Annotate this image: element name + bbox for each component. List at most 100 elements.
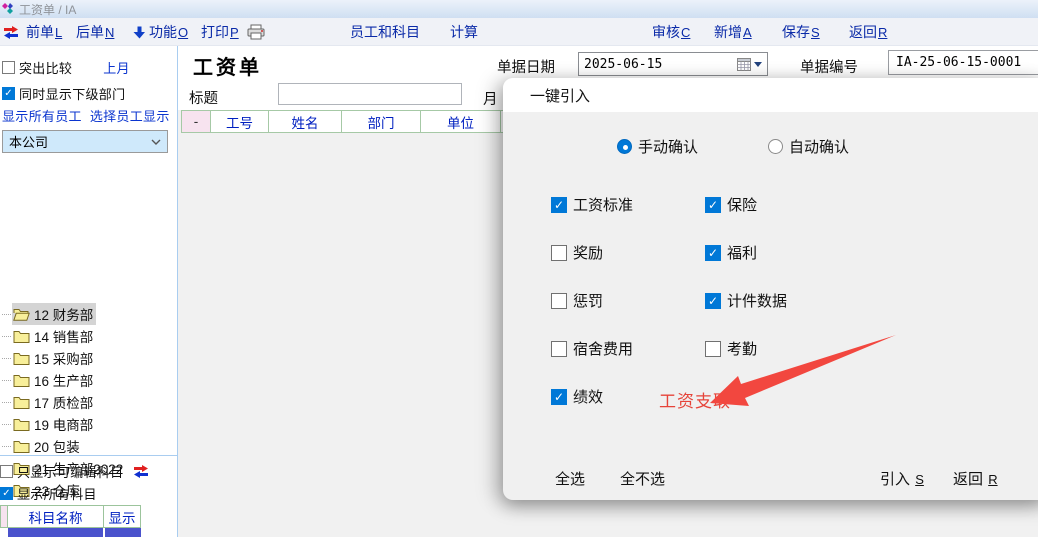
folder-icon [13, 440, 30, 453]
toolbar: 前单L 后单N 功能O 打印P 员工和科目 计算 审核C 新增A 保存S 返回R [0, 18, 1038, 46]
import-button[interactable]: 引入 S [880, 468, 924, 489]
swap-subjects-icon[interactable] [133, 465, 149, 478]
down-arrow-icon[interactable] [133, 23, 146, 41]
next-doc-button[interactable]: 后单N [76, 23, 114, 41]
audit-button[interactable]: 审核C [652, 23, 690, 41]
piecework-checkbox[interactable] [705, 293, 721, 309]
folder-icon [13, 418, 30, 431]
attendance-checkbox[interactable] [705, 341, 721, 357]
only-editable-row: 只显示可编辑科目 [0, 462, 149, 481]
auto-confirm-option[interactable]: 自动确认 [768, 136, 849, 157]
subject-col-marker [0, 505, 8, 528]
folder-icon [13, 330, 30, 343]
table-header-cell[interactable]: 工号 [211, 110, 269, 133]
subject-name-header[interactable]: 科目名称 [8, 505, 104, 528]
doc-date-picker[interactable]: 2025-06-15 [578, 52, 768, 76]
app-icon [2, 3, 14, 15]
manual-confirm-radio[interactable] [617, 139, 632, 154]
highlight-compare-checkbox[interactable] [2, 61, 15, 74]
save-button[interactable]: 保存S [782, 23, 820, 41]
sidebar-divider [0, 455, 177, 456]
doc-no-field[interactable]: IA-25-06-15-0001 [888, 50, 1038, 75]
welfare-checkbox[interactable] [705, 245, 721, 261]
last-month-link[interactable]: 上月 [103, 58, 130, 77]
employees-subjects-button[interactable]: 员工和科目 [350, 23, 420, 41]
one-key-import-dialog: 一键引入 手动确认 自动确认 工资标准 保险 奖励 福利 惩罚 计件数据 宿舍费… [503, 78, 1038, 500]
calculate-button[interactable]: 计算 [450, 23, 478, 41]
performance-checkbox[interactable] [551, 389, 567, 405]
selected-subject-row[interactable] [105, 528, 141, 537]
insurance-checkbox[interactable] [705, 197, 721, 213]
selected-subject-row[interactable] [8, 528, 103, 537]
check-salary-standard[interactable]: 工资标准 [551, 194, 633, 215]
dorm-fee-checkbox[interactable] [551, 341, 567, 357]
dialog-return-button[interactable]: 返回 R [953, 468, 998, 489]
show-sub-depts-checkbox[interactable] [2, 87, 15, 100]
doc-date-label: 单据日期 [497, 56, 555, 77]
select-employees-link[interactable]: 选择员工显示 [90, 106, 170, 125]
auto-confirm-radio[interactable] [768, 139, 783, 154]
return-button[interactable]: 返回R [849, 23, 887, 41]
company-dropdown-value: 本公司 [9, 132, 48, 151]
select-all-button[interactable]: 全选 [555, 468, 585, 489]
subject-table-header: 科目名称 显示 [0, 505, 141, 528]
only-editable-checkbox[interactable] [0, 465, 13, 478]
window-title: 工资单 / IA [19, 1, 76, 18]
check-insurance[interactable]: 保险 [705, 194, 757, 215]
show-all-subjects-checkbox[interactable] [0, 487, 13, 500]
check-performance[interactable]: 绩效 [551, 386, 603, 407]
table-header-cell[interactable]: 单位 [421, 110, 501, 133]
clipped-label: 月 [483, 88, 497, 109]
table-header-cell[interactable]: - [181, 110, 211, 133]
check-piecework[interactable]: 计件数据 [705, 290, 787, 311]
form-title: 工资单 [193, 51, 262, 80]
check-attendance[interactable]: 考勤 [705, 338, 757, 359]
show-all-employees-link[interactable]: 显示所有员工 [2, 106, 82, 125]
salary-withdraw-annotation: 工资支取 [659, 387, 731, 412]
select-none-button[interactable]: 全不选 [620, 468, 665, 489]
manual-confirm-option[interactable]: 手动确认 [617, 136, 698, 157]
tree-item[interactable]: 15 采购部 [2, 348, 96, 368]
table-header-cell[interactable]: 部门 [342, 110, 421, 133]
only-editable-label: 只显示可编辑科目 [17, 462, 123, 481]
folder-icon [13, 374, 30, 387]
company-dropdown[interactable]: 本公司 [2, 130, 168, 153]
check-reward[interactable]: 奖励 [551, 242, 603, 263]
tree-item[interactable]: 12 财务部 [2, 304, 96, 324]
reward-checkbox[interactable] [551, 245, 567, 261]
tree-item[interactable]: 19 电商部 [2, 414, 96, 434]
tree-item[interactable]: 20 包装 [2, 436, 83, 456]
add-new-button[interactable]: 新增A [714, 23, 752, 41]
doc-no-label: 单据编号 [800, 56, 858, 77]
title-input[interactable] [278, 83, 462, 105]
prev-doc-button[interactable]: 前单L [26, 23, 62, 41]
show-sub-depts-row: 同时显示下级部门 [2, 84, 125, 103]
sidebar: 突出比较 上月 同时显示下级部门 显示所有员工 选择员工显示 本公司 12 财务… [0, 46, 178, 537]
check-welfare[interactable]: 福利 [705, 242, 757, 263]
punishment-checkbox[interactable] [551, 293, 567, 309]
swap-arrows-icon[interactable] [3, 23, 19, 41]
tree-item[interactable]: 17 质检部 [2, 392, 96, 412]
employee-links-row: 显示所有员工 选择员工显示 [2, 106, 170, 125]
check-dorm-fee[interactable]: 宿舍费用 [551, 338, 633, 359]
tree-item[interactable]: 16 生产部 [2, 370, 96, 390]
dialog-header: 一键引入 [503, 78, 1038, 112]
tree-item[interactable]: 14 销售部 [2, 326, 96, 346]
functions-button[interactable]: 功能O [149, 23, 188, 41]
department-tree: 12 财务部 14 销售部 15 采购部 16 生产部 17 质检部 19 电商… [0, 174, 177, 455]
highlight-compare-label: 突出比较 [19, 58, 72, 77]
print-button[interactable]: 打印P [201, 23, 239, 41]
salary-standard-checkbox[interactable] [551, 197, 567, 213]
table-header-cell[interactable]: 姓名 [269, 110, 342, 133]
highlight-compare-row: 突出比较 上月 [2, 58, 130, 77]
folder-icon [13, 352, 30, 365]
check-punishment[interactable]: 惩罚 [551, 290, 603, 311]
calendar-icon [737, 58, 751, 71]
folder-icon [13, 396, 30, 409]
title-field-label: 标题 [189, 87, 218, 108]
window-titlebar: 工资单 / IA [0, 0, 1038, 18]
date-dropdown-arrow-icon [754, 62, 762, 67]
subject-show-header[interactable]: 显示 [104, 505, 141, 528]
printer-icon[interactable] [246, 23, 266, 41]
dialog-title: 一键引入 [530, 85, 590, 106]
